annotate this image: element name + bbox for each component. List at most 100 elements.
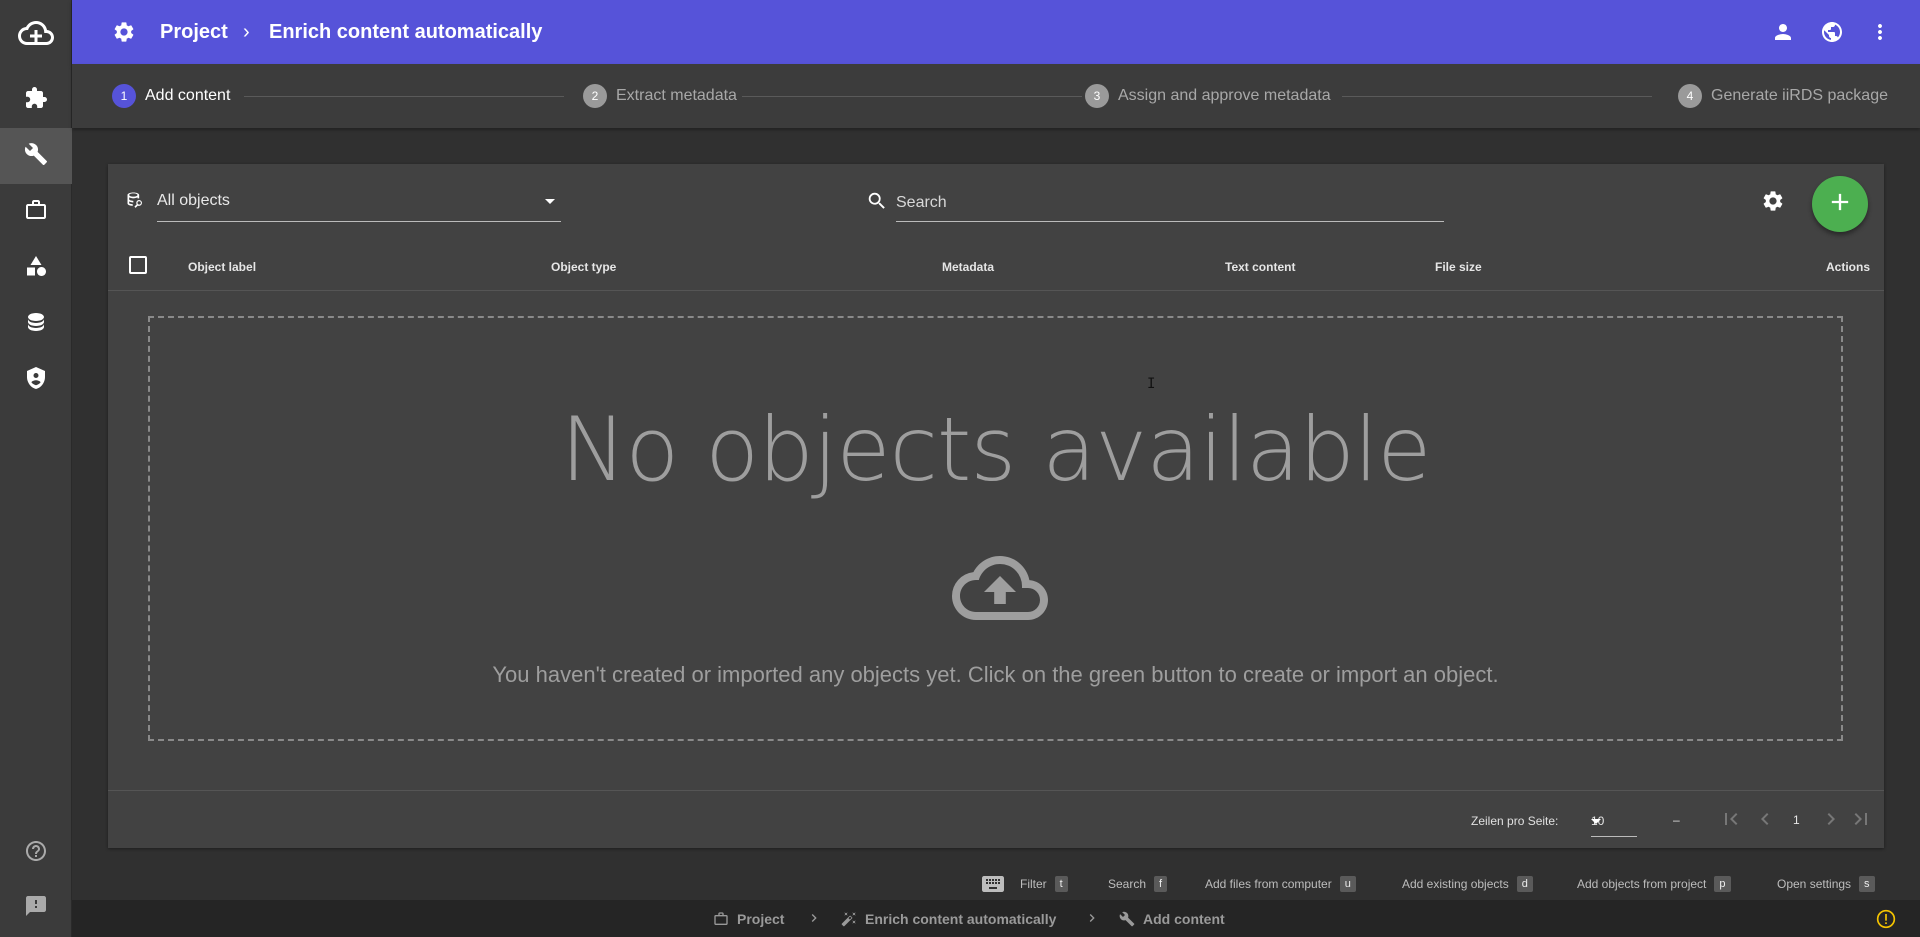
step-assign-metadata[interactable]: 3 Assign and approve metadata [1085,84,1331,108]
cloud-add-icon [18,15,54,56]
step-connector [742,96,1082,97]
column-object-label[interactable]: Object label [188,260,256,274]
shapes-icon [24,254,48,283]
shortcut-open-settings: Open settings s [1777,876,1875,892]
shortcut-label: Search [1108,877,1147,891]
rows-per-page-select[interactable]: 10 [1591,807,1637,837]
shortcut-key: s [1859,876,1875,892]
wrench-icon [1119,911,1135,927]
breadcrumb-project[interactable]: Project [160,20,228,44]
status-crumb-add-content[interactable]: Add content [1119,911,1225,927]
sidebar-item-data[interactable] [0,296,72,352]
column-object-type[interactable]: Object type [551,260,616,274]
keyboard-icon [982,876,1004,892]
shortcut-label: Add objects from project [1577,877,1707,891]
gear-icon[interactable] [112,20,136,44]
page-title: Enrich content automatically [269,21,543,43]
filter-database-icon [125,190,145,215]
shortcut-label: Add files from computer [1205,877,1332,891]
account-icon[interactable] [1771,20,1795,44]
last-page-icon[interactable] [1849,807,1873,831]
help-icon [24,839,48,868]
shortcut-add-from-project: Add objects from project p [1577,876,1731,892]
first-page-icon[interactable] [1719,807,1743,831]
next-page-icon[interactable] [1819,807,1843,831]
step-label: Add content [145,87,231,104]
cloud-upload-icon [950,548,1050,628]
briefcase-icon [24,198,48,227]
shortcut-label: Open settings [1777,877,1852,891]
shortcut-filter: Filter t [1020,876,1068,892]
stepper: 1 Add content 2 Extract metadata 3 Assig… [72,64,1920,128]
language-icon[interactable] [1820,20,1844,44]
database-icon [24,310,48,339]
status-crumb-enrich[interactable]: Enrich content automatically [841,911,1056,927]
status-bar: Project Enrich content automatically Add… [72,900,1920,937]
more-vert-icon[interactable] [1868,20,1892,44]
step-generate-package[interactable]: 4 Generate iiRDS package [1678,84,1888,108]
search-input[interactable] [896,186,1444,220]
step-number: 1 [112,84,136,108]
shortcut-add-files: Add files from computer u [1205,876,1356,892]
column-metadata[interactable]: Metadata [942,260,994,274]
column-file-size[interactable]: File size [1435,260,1482,274]
warning-icon[interactable] [1876,909,1896,929]
wrench-icon [24,142,48,171]
paginator: Zeilen pro Seite: 10 – 1 [108,791,1884,848]
table-settings-icon[interactable] [1761,189,1785,218]
shortcut-add-existing: Add existing objects d [1402,876,1533,892]
step-label: Assign and approve metadata [1118,87,1331,104]
status-crumb-label: Add content [1143,911,1225,927]
object-filter-value: All objects [157,192,230,209]
object-filter-select[interactable]: All objects [157,186,561,222]
table-header: Object label Object type Metadata Text c… [108,244,1884,291]
column-text-content[interactable]: Text content [1225,260,1295,274]
step-extract-metadata[interactable]: 2 Extract metadata [583,84,737,108]
cloud-add-button[interactable] [0,7,72,63]
shortcut-label: Filter [1020,877,1047,891]
upload-dropzone[interactable]: No objects available You haven't created… [148,316,1843,741]
step-connector [1342,96,1652,97]
status-crumb-label: Enrich content automatically [865,911,1057,927]
shortcut-key: d [1516,876,1533,892]
empty-state-message: You haven't created or imported any obje… [492,662,1499,687]
objects-card: All objects Object label Object type Met… [108,164,1884,848]
search-field[interactable] [896,186,1444,222]
page-range: – [1673,813,1680,827]
briefcase-icon [714,912,728,925]
step-add-content[interactable]: 1 Add content [112,84,230,108]
status-crumb-project[interactable]: Project [713,911,784,927]
previous-page-icon[interactable] [1753,807,1777,831]
sidebar-item-objects[interactable] [0,240,72,296]
text-cursor-icon: I [1147,376,1156,392]
shortcut-key: t [1054,876,1068,892]
step-number: 2 [583,84,607,108]
dropdown-arrow-icon [545,199,555,204]
shortcut-key: f [1154,876,1168,892]
dropdown-arrow-icon [1591,819,1601,824]
step-number: 4 [1678,84,1702,108]
rows-per-page-label: Zeilen pro Seite: [1471,814,1559,828]
select-all-checkbox[interactable] [129,256,147,274]
sidebar-item-permissions[interactable] [0,352,72,408]
shortcut-label: Add existing objects [1402,877,1509,891]
step-connector [244,96,564,97]
chevron-right-icon [1084,910,1100,926]
shortcut-search: Search f [1108,876,1168,892]
current-page: 1 [1793,813,1800,827]
shortcut-key: p [1714,876,1731,892]
add-object-button[interactable] [1812,176,1868,232]
keyboard-shortcuts-bar: Filter t Search f Add files from compute… [0,870,1920,898]
plus-icon [1826,188,1854,221]
shortcut-key: u [1339,876,1356,892]
breadcrumb-separator: › [243,21,250,43]
puzzle-icon [24,86,48,115]
sidebar-item-plugins[interactable] [0,72,72,128]
side-navigation [0,0,72,937]
step-label: Extract metadata [616,87,737,104]
sidebar-item-tools[interactable] [0,128,72,184]
search-icon [866,190,888,217]
sidebar-item-projects[interactable] [0,184,72,240]
step-number: 3 [1085,84,1109,108]
column-actions: Actions [1826,260,1871,274]
